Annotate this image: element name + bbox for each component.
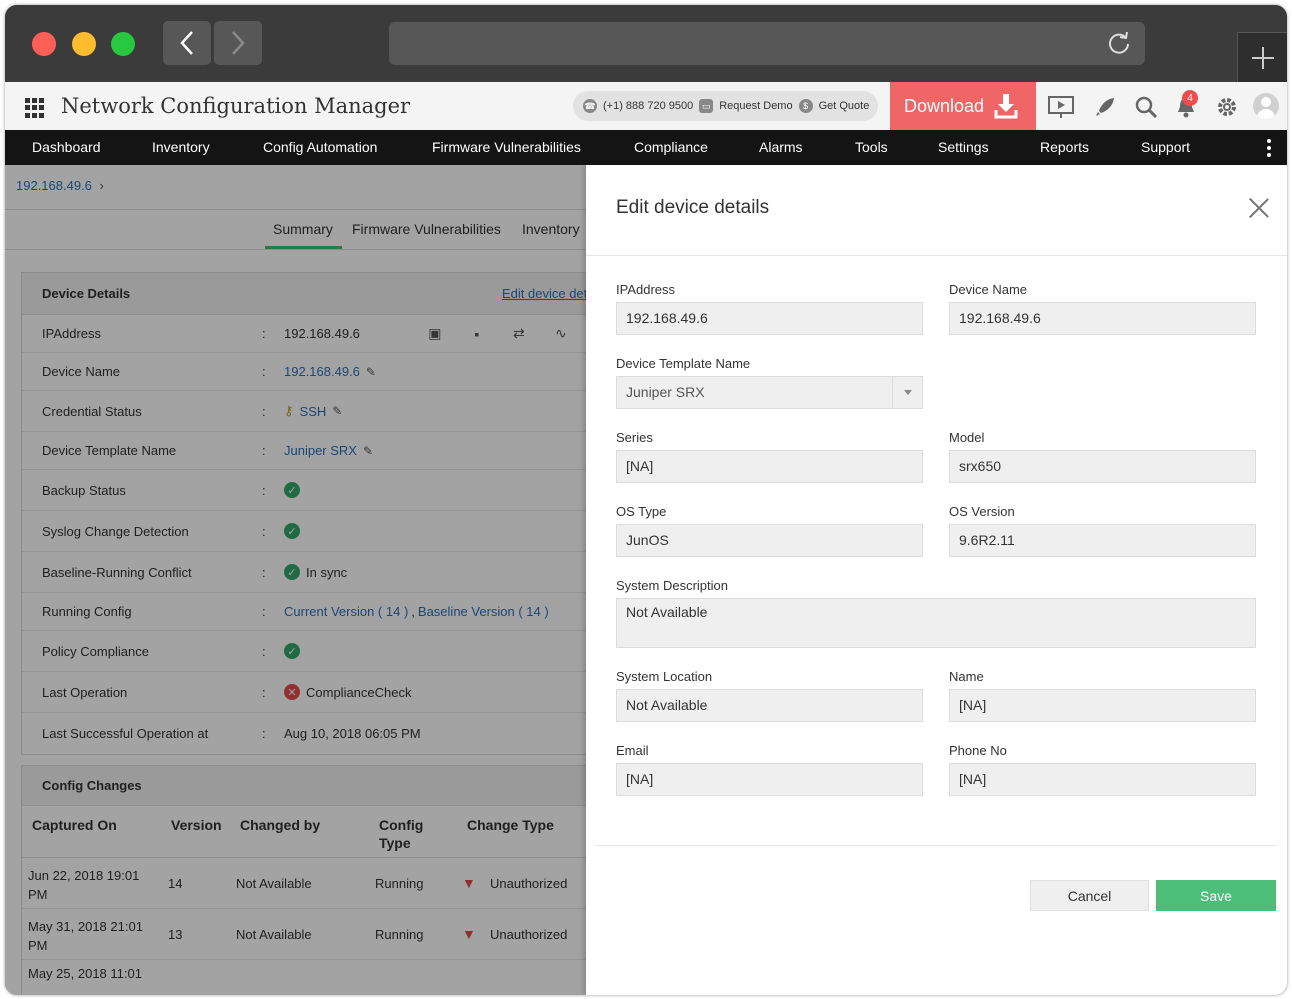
browser-window: Network Configuration Manager ☎ (+1) 888… xyxy=(5,5,1287,995)
os-type-field[interactable]: JunOS xyxy=(616,524,923,557)
ip-field[interactable]: 192.168.49.6 xyxy=(616,302,923,335)
download-label: Download xyxy=(904,95,985,116)
chevron-down-icon[interactable] xyxy=(892,377,922,408)
menu-item-dashboard[interactable]: Dashboard xyxy=(32,130,101,165)
template-selected-value: Juniper SRX xyxy=(626,384,705,400)
close-window-button[interactable] xyxy=(32,32,56,56)
close-icon[interactable] xyxy=(1248,197,1270,219)
menu-item-alarms[interactable]: Alarms xyxy=(759,130,803,165)
edit-device-modal: Edit device details IPAddress 192.168.49… xyxy=(586,165,1287,995)
menu-item-tools[interactable]: Tools xyxy=(855,130,888,165)
model-field[interactable]: srx650 xyxy=(949,450,1256,483)
forward-button[interactable] xyxy=(214,21,262,65)
name-field[interactable]: [NA] xyxy=(949,689,1256,722)
os-version-field[interactable]: 9.6R2.11 xyxy=(949,524,1256,557)
phone-icon: ☎ xyxy=(583,99,597,113)
reload-icon[interactable] xyxy=(1107,32,1131,56)
phone-label: Phone No xyxy=(949,743,1007,758)
model-label: Model xyxy=(949,430,985,445)
menu-item-compliance[interactable]: Compliance xyxy=(634,130,708,165)
email-label: Email xyxy=(616,743,649,758)
app-header: Network Configuration Manager ☎ (+1) 888… xyxy=(5,82,1287,130)
ip-label: IPAddress xyxy=(616,282,676,297)
rocket-icon[interactable] xyxy=(1092,94,1118,120)
name-label: Name xyxy=(949,669,984,684)
new-tab-button[interactable] xyxy=(1237,32,1287,82)
avatar[interactable] xyxy=(1253,93,1279,119)
menu-item-reports[interactable]: Reports xyxy=(1040,130,1089,165)
divider xyxy=(596,845,1277,846)
menu-item-firmware-vulnerabilities[interactable]: Firmware Vulnerabilities xyxy=(432,130,581,165)
more-menu-icon[interactable] xyxy=(1267,139,1271,160)
get-quote-link[interactable]: Get Quote xyxy=(819,100,870,112)
minimize-window-button[interactable] xyxy=(72,32,96,56)
download-icon xyxy=(994,94,1018,119)
search-icon[interactable] xyxy=(1133,94,1159,120)
download-button[interactable]: Download xyxy=(890,82,1036,130)
device-name-field[interactable]: 192.168.49.6 xyxy=(949,302,1256,335)
system-description-label: System Description xyxy=(616,578,728,593)
monitor-icon: ▭ xyxy=(699,99,714,113)
series-label: Series xyxy=(616,430,653,445)
back-button[interactable] xyxy=(163,21,211,65)
dollar-icon: $ xyxy=(798,99,813,113)
address-bar[interactable] xyxy=(389,22,1145,65)
os-version-label: OS Version xyxy=(949,504,1015,519)
chevron-left-icon xyxy=(180,31,193,55)
device-name-label: Device Name xyxy=(949,282,1028,297)
maximize-window-button[interactable] xyxy=(111,32,135,56)
chevron-right-icon xyxy=(232,31,245,55)
divider xyxy=(586,255,1287,256)
browser-chrome xyxy=(5,5,1287,82)
contact-bar: ☎ (+1) 888 720 9500 ▭ Request Demo $ Get… xyxy=(573,91,878,121)
app-grid-icon[interactable] xyxy=(25,98,45,118)
request-demo-link[interactable]: Request Demo xyxy=(719,100,792,112)
phone-number: (+1) 888 720 9500 xyxy=(603,100,694,112)
menu-item-settings[interactable]: Settings xyxy=(938,130,989,165)
template-select[interactable]: Juniper SRX xyxy=(616,376,923,409)
notification-badge: 4 xyxy=(1182,90,1198,106)
menu-item-config-automation[interactable]: Config Automation xyxy=(263,130,377,165)
template-label: Device Template Name xyxy=(616,356,751,371)
cancel-button[interactable]: Cancel xyxy=(1030,880,1149,911)
modal-title: Edit device details xyxy=(616,197,770,218)
app-title: Network Configuration Manager xyxy=(61,94,411,118)
phone-field[interactable]: [NA] xyxy=(949,763,1256,796)
menu-item-support[interactable]: Support xyxy=(1141,130,1190,165)
menu-item-inventory[interactable]: Inventory xyxy=(152,130,210,165)
presentation-icon[interactable] xyxy=(1048,94,1074,120)
plus-icon xyxy=(1251,46,1274,69)
system-location-label: System Location xyxy=(616,669,713,684)
save-button[interactable]: Save xyxy=(1156,880,1276,911)
series-field[interactable]: [NA] xyxy=(616,450,923,483)
main-menu: Dashboard Inventory Config Automation Fi… xyxy=(5,130,1287,165)
system-location-field[interactable]: Not Available xyxy=(616,689,923,722)
system-description-field[interactable]: Not Available xyxy=(616,598,1256,648)
gear-icon[interactable] xyxy=(1214,94,1240,120)
os-type-label: OS Type xyxy=(616,504,667,519)
email-field[interactable]: [NA] xyxy=(616,763,923,796)
